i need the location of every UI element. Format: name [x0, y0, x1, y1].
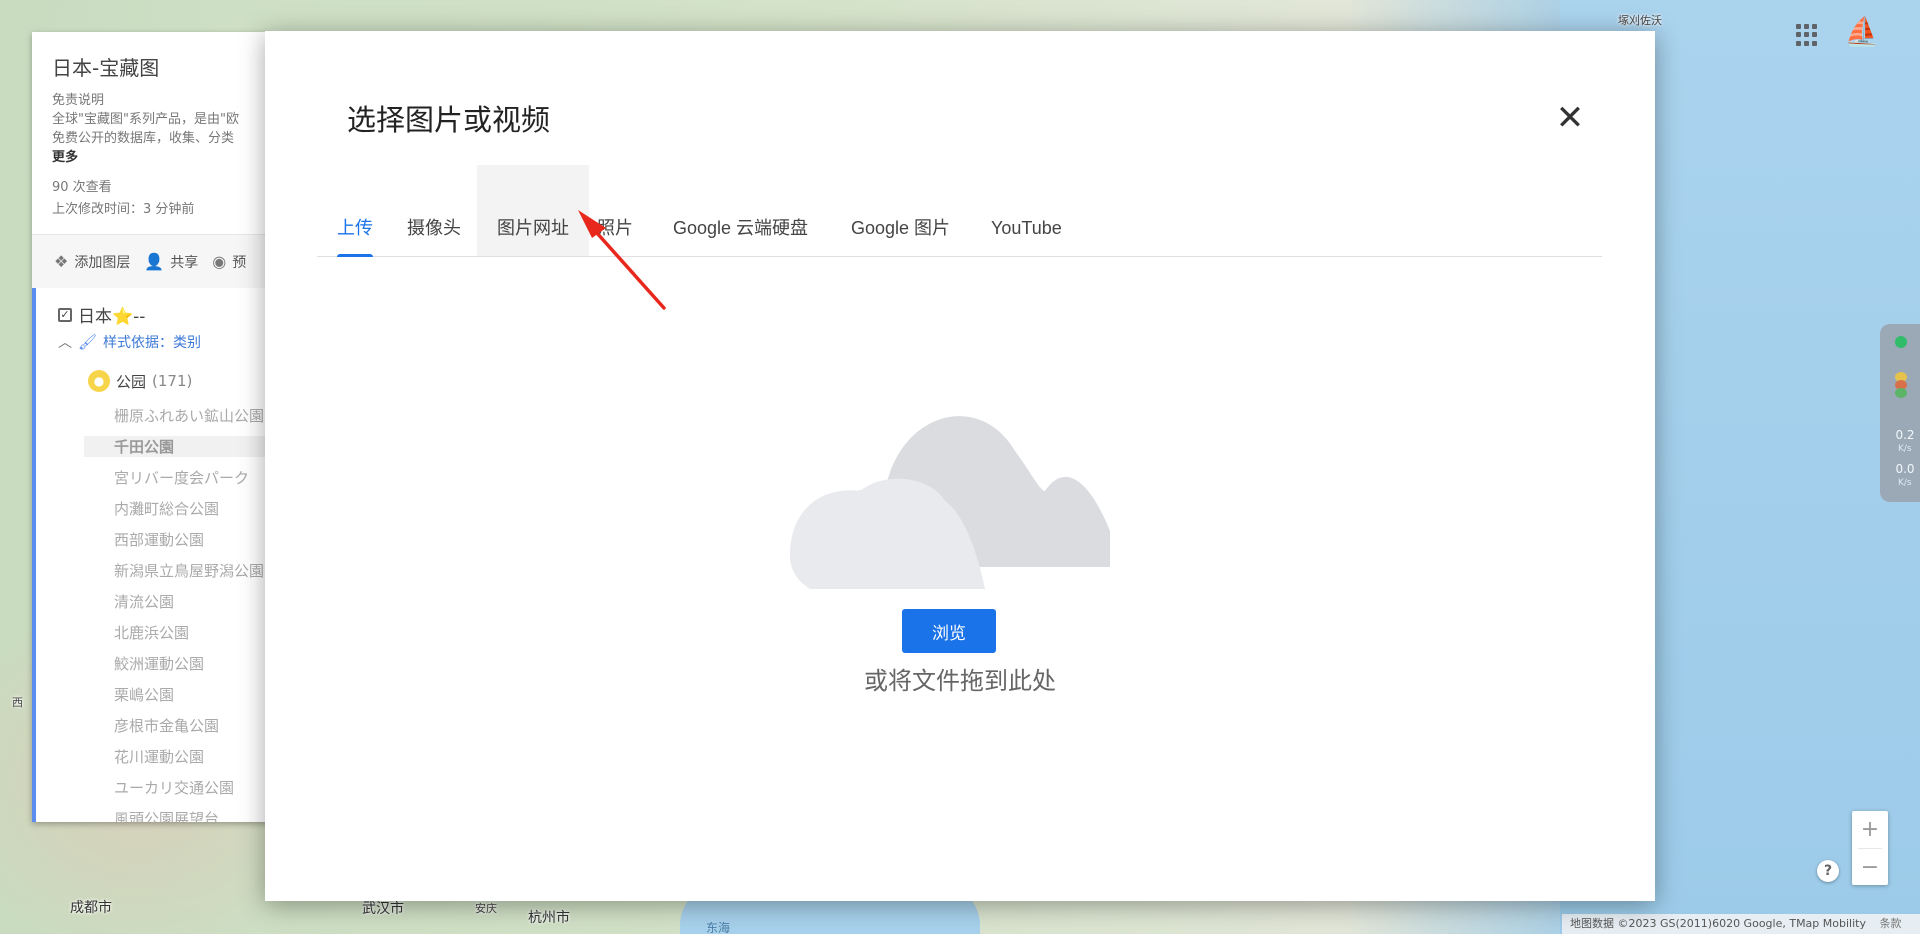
place-list-item[interactable]: 宮リバー度会パーク [114, 467, 249, 488]
place-list-item[interactable]: 鮫洲運動公園 [114, 653, 204, 674]
account-avatar[interactable]: ⛵ [1844, 14, 1880, 50]
preview-label: 预 [232, 254, 247, 271]
tab-bar: 上传 摄像头 图片网址 照片 Google 云端硬盘 Google 图片 You… [317, 165, 1602, 257]
terms-link[interactable]: 条款 [1879, 917, 1901, 930]
more-link[interactable]: 更多 [52, 148, 252, 167]
status-dot-icon [1895, 336, 1907, 348]
place-list-item[interactable]: 花川運動公園 [114, 746, 204, 767]
place-list-item[interactable]: 風頭公園展望台 [114, 808, 219, 822]
upload-speed: 0.2 [1895, 428, 1915, 442]
place-list-item[interactable]: 北鹿浜公園 [114, 622, 189, 643]
place-list-item[interactable]: 清流公園 [114, 591, 174, 612]
view-count: 90 次查看 [52, 180, 112, 195]
attribution-text: 地图数据 ©2023 GS(2011)6020 Google, TMap Mob… [1570, 917, 1866, 930]
preview-button[interactable]: ◉ 预 [212, 252, 246, 272]
dialog-title: 选择图片或视频 [347, 103, 551, 137]
layer-row[interactable]: ✓ 日本⭐-- [58, 302, 145, 327]
status-dot-icon [1895, 388, 1907, 398]
chevron-up-icon[interactable]: ︿ [58, 332, 72, 352]
panel-toolbar: ❖ 添加图层 👤 共享 ◉ 预 [32, 234, 272, 288]
tab-upload[interactable]: 上传 [317, 165, 393, 257]
share-button[interactable]: 👤 共享 [144, 252, 198, 272]
layers-icon: ❖ [54, 252, 69, 271]
zoom-controls: + − [1852, 811, 1888, 885]
zoom-in-button[interactable]: + [1852, 811, 1888, 848]
map-legend-panel: 日本-宝藏图 免责说明 全球"宝藏图"系列产品，是由"欧 免费公开的数据库，收集… [32, 32, 272, 822]
category-name: 公园 [116, 372, 147, 391]
place-list-item[interactable]: 西部運動公園 [114, 529, 204, 550]
download-unit: K/s [1898, 478, 1912, 488]
style-by-link[interactable]: 样式依据：类别 [103, 332, 201, 352]
upload-unit: K/s [1898, 444, 1912, 454]
apps-grid-icon[interactable] [1796, 24, 1818, 46]
description-heading: 免责说明 [52, 93, 105, 108]
tab-google-drive[interactable]: Google 云端硬盘 [653, 165, 828, 256]
category-marker-icon: ● [88, 370, 110, 392]
description-line: 免费公开的数据库，收集、分类 [52, 131, 235, 146]
layer-visibility-checkbox[interactable]: ✓ [58, 307, 72, 322]
tab-google-images[interactable]: Google 图片 [831, 165, 970, 256]
map-title[interactable]: 日本-宝藏图 [52, 52, 252, 81]
add-person-icon: 👤 [144, 252, 165, 271]
browse-button[interactable]: 浏览 [902, 609, 996, 653]
description-line: 全球"宝藏图"系列产品，是由"欧 [52, 112, 239, 127]
place-list-item[interactable]: 千田公園 [84, 436, 272, 457]
place-list-item[interactable]: 栅原ふれあい鉱山公園 [114, 405, 264, 426]
place-list-item[interactable]: 彦根市金亀公園 [114, 715, 219, 736]
place-list-item[interactable]: 内灘町総合公園 [114, 498, 219, 519]
map-label-east-sea: 东海 [706, 921, 731, 934]
cloud-illustration [790, 416, 1110, 589]
category-count: (171) [152, 372, 193, 390]
map-label-town: 塚刈佐沃 [1618, 14, 1662, 27]
place-list-item[interactable]: 栗嶋公園 [114, 684, 174, 705]
map-label-chengdu: 成都市 [70, 900, 112, 916]
media-picker-dialog: 选择图片或视频 ✕ 上传 摄像头 图片网址 照片 Google 云端硬盘 Goo… [265, 31, 1655, 901]
tab-camera[interactable]: 摄像头 [387, 165, 481, 256]
tab-image-url[interactable]: 图片网址 [477, 165, 589, 256]
map-attribution: 地图数据 ©2023 GS(2011)6020 Google, TMap Mob… [1562, 914, 1920, 934]
add-layer-label: 添加图层 [74, 254, 131, 271]
drop-hint: 或将文件拖到此处 [864, 667, 1056, 695]
place-list-item[interactable]: ユーカリ交通公園 [114, 777, 234, 798]
style-row[interactable]: ︿ 🖌 样式依据：类别 [58, 332, 201, 352]
close-button[interactable]: ✕ [1555, 101, 1585, 135]
tab-youtube[interactable]: YouTube [971, 165, 1082, 256]
map-label-wuhan: 武汉市 [362, 901, 404, 917]
zoom-out-button[interactable]: − [1852, 849, 1888, 886]
share-label: 共享 [170, 254, 199, 271]
layer-name[interactable]: 日本⭐-- [78, 302, 145, 327]
map-label-hangzhou: 杭州市 [528, 910, 570, 926]
map-label-west: 西 [12, 696, 23, 709]
network-speed-widget: 0.2 K/s 0.0 K/s [1880, 324, 1920, 502]
category-row[interactable]: ● 公园 (171) [88, 370, 192, 392]
tab-photos[interactable]: 照片 [577, 165, 653, 256]
paint-roller-icon: 🖌 [78, 333, 98, 351]
place-list-item[interactable]: 新潟県立鳥屋野潟公園 [114, 560, 264, 581]
download-speed: 0.0 [1895, 462, 1915, 476]
map-label-anqing: 安庆 [475, 902, 497, 915]
help-button[interactable]: ? [1817, 860, 1839, 882]
add-layer-button[interactable]: ❖ 添加图层 [54, 252, 130, 272]
last-modified: 上次修改时间：3 分钟前 [52, 202, 195, 217]
layer-list: ✓ 日本⭐-- ︿ 🖌 样式依据：类别 ● 公园 (171) 栅原ふれあい鉱山公… [32, 288, 272, 822]
eye-icon: ◉ [212, 252, 227, 271]
